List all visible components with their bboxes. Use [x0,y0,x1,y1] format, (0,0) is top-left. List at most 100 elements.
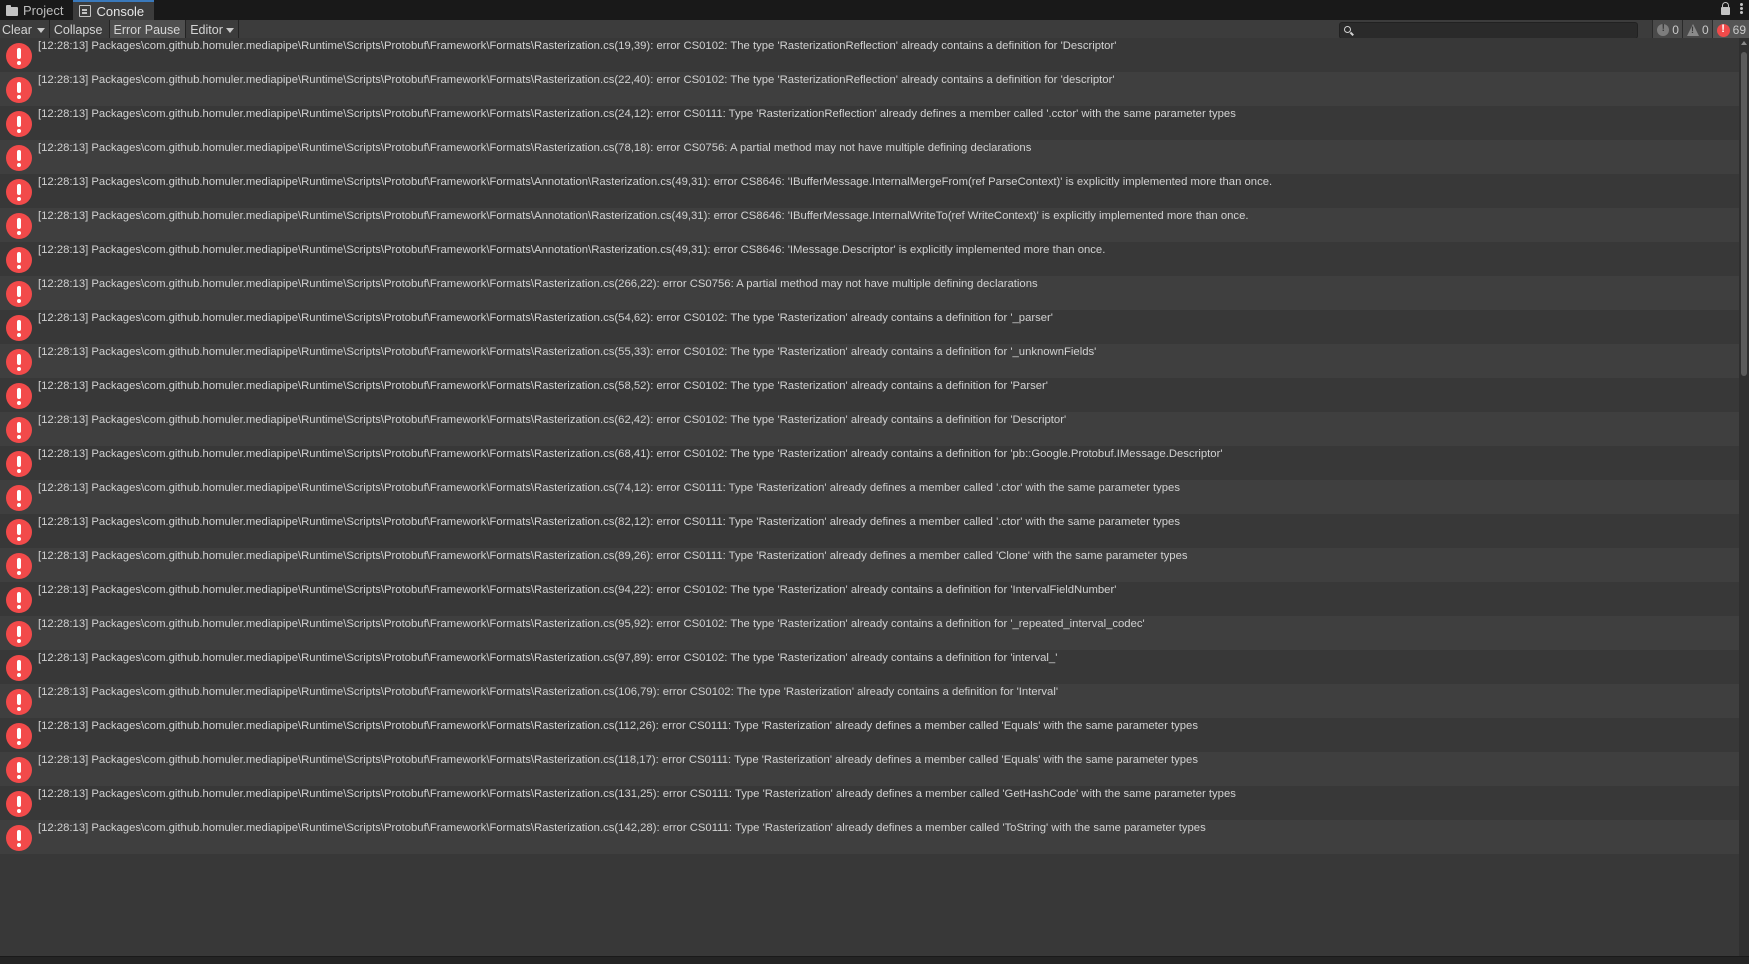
log-entry[interactable]: [12:28:13] Packages\com.github.homuler.m… [0,752,1739,786]
warning-count: 0 [1701,23,1709,37]
tab-console-label: Console [96,3,145,19]
info-filter-toggle[interactable]: 0 [1652,20,1682,40]
log-message: [12:28:13] Packages\com.github.homuler.m… [38,142,1032,154]
chevron-down-icon [225,27,234,33]
log-entry[interactable]: [12:28:13] Packages\com.github.homuler.m… [0,140,1739,174]
error-icon [6,621,32,647]
scrollbar-thumb[interactable] [1741,52,1747,376]
more-options-icon[interactable] [1740,2,1743,15]
editor-dropdown-label: Editor [190,23,223,37]
log-message: [12:28:13] Packages\com.github.homuler.m… [38,346,1097,358]
error-count: 69 [1732,23,1746,37]
search-field[interactable] [1339,22,1638,39]
log-message: [12:28:13] Packages\com.github.homuler.m… [38,584,1117,596]
log-entry[interactable]: [12:28:13] Packages\com.github.homuler.m… [0,344,1739,378]
error-icon [6,213,32,239]
collapse-toggle[interactable]: Collapse [50,20,110,40]
log-entry[interactable]: [12:28:13] Packages\com.github.homuler.m… [0,174,1739,208]
clear-options-chevron-down-icon[interactable] [36,27,45,33]
tab-project-label: Project [23,2,64,18]
error-icon [6,111,32,137]
log-message: [12:28:13] Packages\com.github.homuler.m… [38,482,1180,494]
warning-filter-toggle[interactable]: 0 [1681,20,1712,40]
log-message: [12:28:13] Packages\com.github.homuler.m… [38,380,1048,392]
error-icon [6,315,32,341]
error-icon [6,451,32,477]
log-entry[interactable]: [12:28:13] Packages\com.github.homuler.m… [0,310,1739,344]
log-message: [12:28:13] Packages\com.github.homuler.m… [38,312,1053,324]
error-icon [6,689,32,715]
error-filter-toggle[interactable]: 69 [1711,20,1749,40]
error-icon [6,179,32,205]
log-entry[interactable]: [12:28:13] Packages\com.github.homuler.m… [0,208,1739,242]
error-icon [6,145,32,171]
log-message: [12:28:13] Packages\com.github.homuler.m… [38,516,1180,528]
window-tab-bar: Project Console [0,0,1749,20]
log-message: [12:28:13] Packages\com.github.homuler.m… [38,550,1188,562]
log-message: [12:28:13] Packages\com.github.homuler.m… [38,244,1106,256]
log-message: [12:28:13] Packages\com.github.homuler.m… [38,278,1038,290]
tab-project[interactable]: Project [0,0,73,20]
info-icon [1657,23,1670,36]
error-icon [6,77,32,103]
log-entry[interactable]: [12:28:13] Packages\com.github.homuler.m… [0,38,1739,72]
log-message: [12:28:13] Packages\com.github.homuler.m… [38,40,1117,52]
error-icon [6,383,32,409]
console-icon [79,5,92,17]
log-entry[interactable]: [12:28:13] Packages\com.github.homuler.m… [0,718,1739,752]
log-entry[interactable]: [12:28:13] Packages\com.github.homuler.m… [0,514,1739,548]
log-entry[interactable]: [12:28:13] Packages\com.github.homuler.m… [0,786,1739,820]
log-message: [12:28:13] Packages\com.github.homuler.m… [38,822,1206,834]
log-counters: 0 0 69 [1652,20,1749,40]
editor-dropdown[interactable]: Editor [186,20,239,40]
log-message: [12:28:13] Packages\com.github.homuler.m… [38,618,1145,630]
log-entry[interactable]: [12:28:13] Packages\com.github.homuler.m… [0,684,1739,718]
error-icon [6,655,32,681]
error-icon [6,757,32,783]
log-entry[interactable]: [12:28:13] Packages\com.github.homuler.m… [0,446,1739,480]
clear-button[interactable]: Clear [0,20,50,40]
log-message: [12:28:13] Packages\com.github.homuler.m… [38,176,1273,188]
log-entry[interactable]: [12:28:13] Packages\com.github.homuler.m… [0,106,1739,140]
clear-button-label: Clear [2,23,32,37]
lock-icon[interactable] [1721,2,1730,15]
log-message: [12:28:13] Packages\com.github.homuler.m… [38,720,1198,732]
log-entry[interactable]: [12:28:13] Packages\com.github.homuler.m… [0,650,1739,684]
log-entry[interactable]: [12:28:13] Packages\com.github.homuler.m… [0,242,1739,276]
log-list-scrollbar[interactable] [1739,38,1749,956]
error-icon [6,485,32,511]
log-message: [12:28:13] Packages\com.github.homuler.m… [38,788,1236,800]
search-icon [1344,26,1351,33]
log-message: [12:28:13] Packages\com.github.homuler.m… [38,74,1115,86]
error-icon [6,519,32,545]
log-entry[interactable]: [12:28:13] Packages\com.github.homuler.m… [0,412,1739,446]
error-icon [6,791,32,817]
error-icon [6,587,32,613]
console-log-list[interactable]: [12:28:13] Packages\com.github.homuler.m… [0,38,1739,956]
error-icon [6,417,32,443]
detail-pane-splitter[interactable] [0,956,1749,964]
log-message: [12:28:13] Packages\com.github.homuler.m… [38,686,1058,698]
error-pause-toggle[interactable]: Error Pause [109,20,187,40]
error-icon [6,247,32,273]
error-icon [1716,23,1730,37]
log-entry[interactable]: [12:28:13] Packages\com.github.homuler.m… [0,820,1739,854]
log-entry[interactable]: [12:28:13] Packages\com.github.homuler.m… [0,480,1739,514]
error-icon [6,553,32,579]
log-entry[interactable]: [12:28:13] Packages\com.github.homuler.m… [0,72,1739,106]
folder-icon [6,4,18,16]
log-entry[interactable]: [12:28:13] Packages\com.github.homuler.m… [0,548,1739,582]
log-message: [12:28:13] Packages\com.github.homuler.m… [38,108,1236,120]
error-icon [6,723,32,749]
info-count: 0 [1672,23,1679,37]
tab-console[interactable]: Console [73,0,155,20]
search-input[interactable] [1358,23,1633,38]
log-entry[interactable]: [12:28:13] Packages\com.github.homuler.m… [0,276,1739,310]
scroll-up-icon[interactable] [1741,41,1747,45]
log-entry[interactable]: [12:28:13] Packages\com.github.homuler.m… [0,616,1739,650]
log-entry[interactable]: [12:28:13] Packages\com.github.homuler.m… [0,378,1739,412]
error-icon [6,825,32,851]
collapse-toggle-label: Collapse [53,23,103,37]
log-entry[interactable]: [12:28:13] Packages\com.github.homuler.m… [0,582,1739,616]
log-message: [12:28:13] Packages\com.github.homuler.m… [38,210,1249,222]
